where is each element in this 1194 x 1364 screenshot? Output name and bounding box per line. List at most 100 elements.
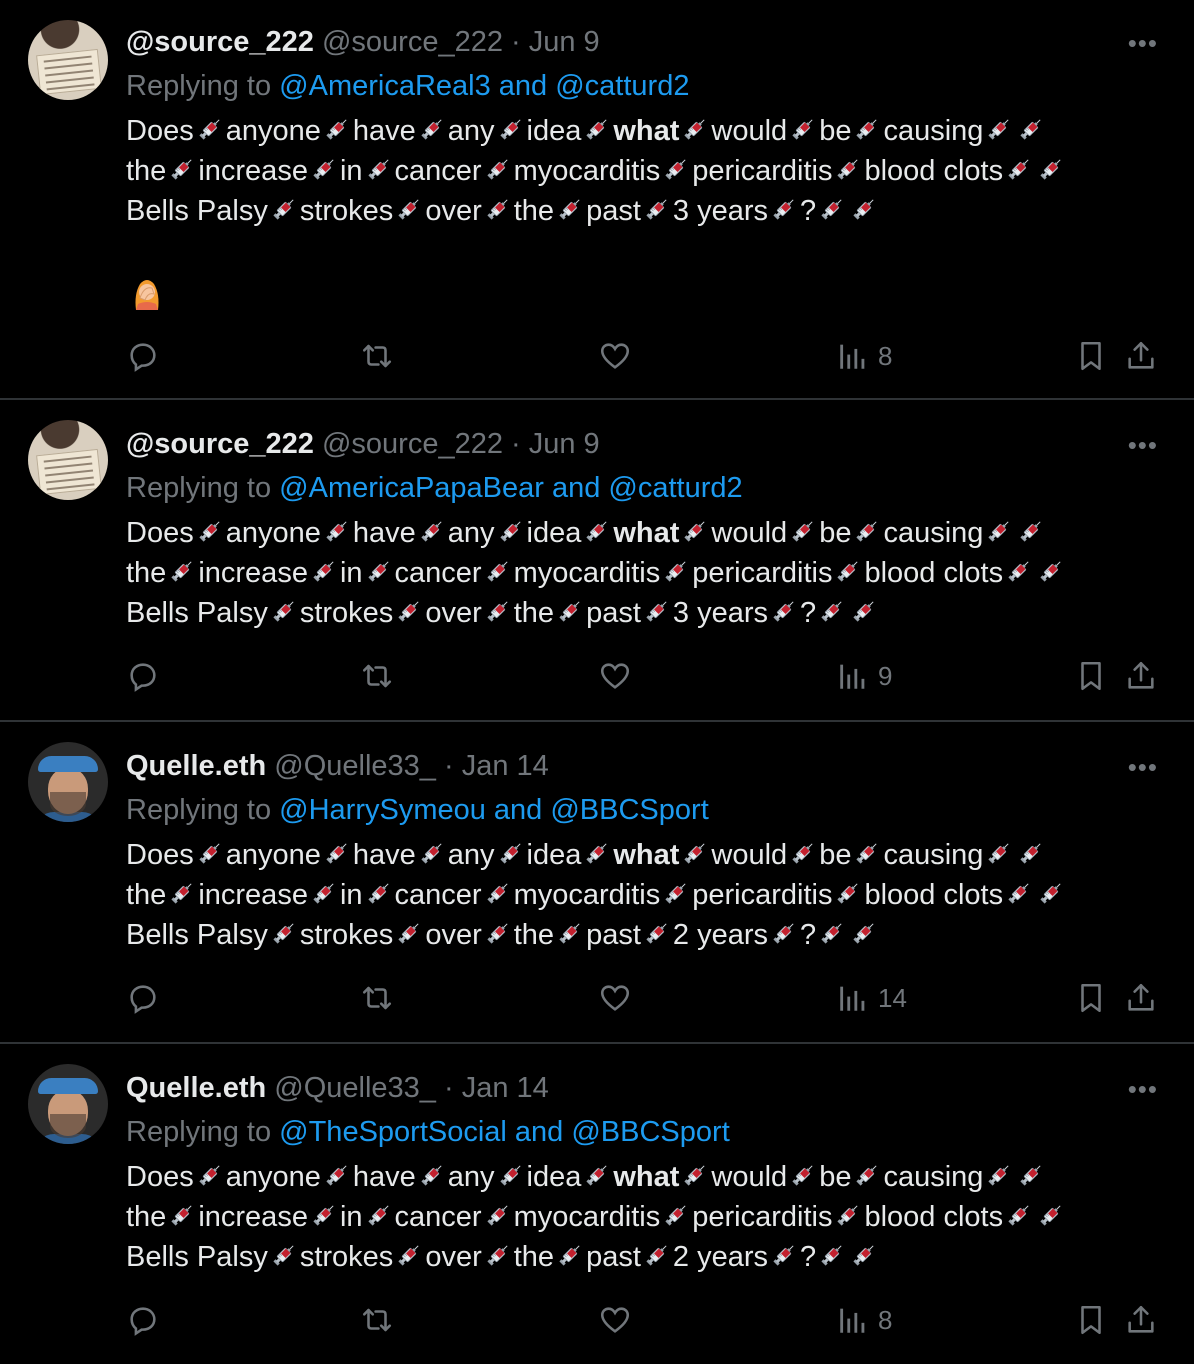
tweet-word: be [819, 839, 852, 871]
timestamp[interactable]: · Jun 9 [511, 428, 600, 460]
timestamp[interactable]: · Jan 14 [444, 1072, 549, 1104]
syringe-emoji [855, 1162, 880, 1187]
syringe-emoji [485, 156, 511, 181]
display-name[interactable]: Quelle.eth [126, 750, 266, 782]
bookmark-icon[interactable] [1074, 1302, 1108, 1338]
tweet[interactable]: @source_222 @source_222 · Jun 9 ••• Repl… [0, 0, 1194, 400]
action-bar: 14 [126, 980, 1166, 1016]
retweet-icon[interactable] [360, 1302, 394, 1338]
tweet-word: any [447, 517, 495, 549]
tweet-word: over [425, 597, 482, 629]
display-name[interactable]: @source_222 [126, 26, 314, 58]
syringe-emoji [791, 840, 816, 865]
tweet-word: blood clots [864, 155, 1004, 187]
action-bar: 9 [126, 658, 1166, 694]
syringe-emoji [852, 1242, 877, 1267]
tweet-word: causing [883, 839, 984, 871]
action-bar: 8 [126, 338, 1166, 374]
handle[interactable]: @Quelle33_ [274, 1072, 436, 1104]
tweet-text: Does anyone have any idea what would be causing t… [126, 1157, 1166, 1277]
timestamp[interactable]: · Jun 9 [511, 26, 600, 58]
handle[interactable]: @source_222 [322, 26, 503, 58]
more-options-icon[interactable]: ••• [1128, 1074, 1158, 1105]
heart-icon[interactable] [598, 980, 632, 1016]
replying-to-links[interactable]: @AmericaReal3 and @catturd2 [279, 70, 689, 102]
syringe-emoji [772, 196, 797, 221]
tweet-word: in [339, 879, 363, 911]
more-options-icon[interactable]: ••• [1128, 752, 1158, 783]
syringe-emoji [419, 1162, 445, 1187]
tweet-word: what [613, 1161, 680, 1193]
replying-to-links[interactable]: @TheSportSocial and @BBCSport [279, 1116, 730, 1148]
reply-icon[interactable] [126, 338, 160, 374]
timestamp[interactable]: · Jan 14 [444, 750, 549, 782]
tweet[interactable]: @source_222 @source_222 · Jun 9 ••• Repl… [0, 400, 1194, 722]
tweet-word: past [586, 919, 641, 951]
replying-to-links[interactable]: @HarrySymeou and @BBCSport [279, 794, 709, 826]
reply-icon[interactable] [126, 980, 160, 1016]
syringe-emoji [836, 1202, 861, 1227]
reply-icon[interactable] [126, 1302, 160, 1338]
syringe-emoji [558, 1242, 583, 1267]
tweet-word: have [352, 115, 416, 147]
tweet-word: anyone [225, 115, 321, 147]
tweet[interactable]: Quelle.eth @Quelle33_ · Jan 14 ••• Reply… [0, 722, 1194, 1044]
views-chart-icon[interactable]: 8 [836, 1302, 892, 1338]
tweet-word: Bells Palsy [126, 195, 268, 227]
bookmark-icon[interactable] [1074, 980, 1108, 1016]
share-icon[interactable] [1124, 1302, 1158, 1338]
syringe-emoji [312, 558, 337, 583]
syringe-emoji [419, 116, 445, 141]
handle[interactable]: @Quelle33_ [274, 750, 436, 782]
tweet[interactable]: Quelle.eth @Quelle33_ · Jan 14 ••• Reply… [0, 1044, 1194, 1364]
tweet-word: myocarditis [513, 879, 661, 911]
share-icon[interactable] [1124, 980, 1158, 1016]
retweet-icon[interactable] [360, 338, 394, 374]
tweet-word: the [513, 195, 555, 227]
syringe-emoji [987, 840, 1012, 865]
tweet-word: 3 years [672, 597, 768, 629]
heart-icon[interactable] [598, 658, 632, 694]
syringe-emoji [325, 1162, 350, 1187]
display-name[interactable]: @source_222 [126, 428, 314, 460]
share-icon[interactable] [1124, 658, 1158, 694]
syringe-emoji [585, 116, 610, 141]
avatar[interactable] [28, 742, 108, 822]
tweet-word: Does [126, 517, 194, 549]
reply-icon[interactable] [126, 658, 160, 694]
views-chart-icon[interactable]: 9 [836, 658, 892, 694]
syringe-emoji [197, 518, 223, 543]
tweet-word: anyone [225, 839, 321, 871]
tweet-word: myocarditis [513, 155, 661, 187]
syringe-emoji [664, 880, 689, 905]
syringe-emoji [498, 518, 524, 543]
tweet-word: in [339, 1201, 363, 1233]
tweet-word: have [352, 839, 416, 871]
views-count: 14 [878, 982, 907, 1013]
syringe-emoji [170, 558, 195, 583]
avatar[interactable] [28, 1064, 108, 1144]
avatar[interactable] [28, 20, 108, 100]
bookmark-icon[interactable] [1074, 658, 1108, 694]
share-icon[interactable] [1124, 338, 1158, 374]
views-chart-icon[interactable]: 14 [836, 980, 907, 1016]
replying-to: Replying to @HarrySymeou and @BBCSport [126, 794, 709, 827]
tweet-word: have [352, 1161, 416, 1193]
avatar[interactable] [28, 420, 108, 500]
replying-to-links[interactable]: @AmericaPapaBear and @catturd2 [279, 472, 743, 504]
retweet-icon[interactable] [360, 658, 394, 694]
syringe-emoji [791, 518, 816, 543]
more-options-icon[interactable]: ••• [1128, 430, 1158, 461]
handle[interactable]: @source_222 [322, 428, 503, 460]
heart-icon[interactable] [598, 338, 632, 374]
heart-icon[interactable] [598, 1302, 632, 1338]
bookmark-icon[interactable] [1074, 338, 1108, 374]
syringe-emoji [197, 116, 223, 141]
tweet-word: causing [883, 115, 984, 147]
more-options-icon[interactable]: ••• [1128, 28, 1158, 59]
retweet-icon[interactable] [360, 980, 394, 1016]
display-name[interactable]: Quelle.eth [126, 1072, 266, 1104]
views-count: 8 [878, 340, 893, 371]
views-chart-icon[interactable]: 8 [836, 338, 892, 374]
syringe-emoji [772, 1242, 797, 1267]
